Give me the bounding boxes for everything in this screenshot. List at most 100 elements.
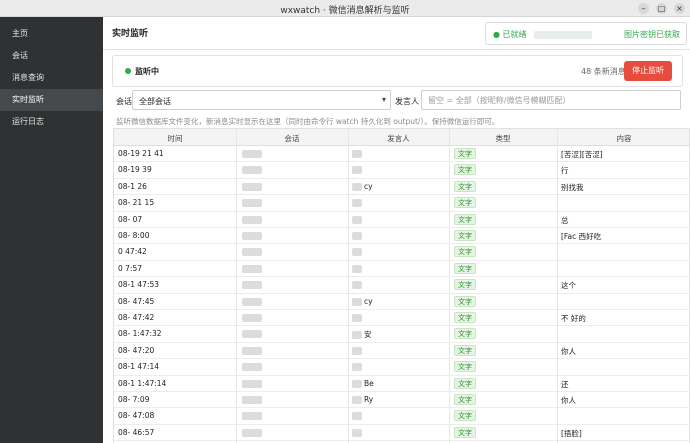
- cell-session: [242, 165, 342, 175]
- table-row[interactable]: 08- 8:00 文字 [Fac 西好吃: [114, 228, 689, 245]
- session-select[interactable]: 全部会话 ▾: [132, 90, 391, 110]
- table-row[interactable]: 0 47:42 文字: [114, 244, 689, 261]
- cell-sender: [352, 411, 447, 421]
- sidebar-item-live-monitor[interactable]: 实时监听: [0, 89, 103, 111]
- sidebar-item-run-log[interactable]: 运行日志: [0, 111, 103, 133]
- redacted-session: [242, 281, 262, 290]
- cell-session: [242, 182, 342, 191]
- cell-sender: [352, 362, 447, 372]
- avatar: [352, 264, 362, 273]
- cell-content: [捂脸]: [561, 428, 582, 438]
- page-title: 实时监听: [112, 29, 149, 39]
- avatar: [352, 182, 362, 191]
- redacted-session: [242, 150, 262, 158]
- table-row[interactable]: 08-19 21 41 文字 [苦涩][苦涩]: [114, 146, 689, 163]
- close-icon[interactable]: ×: [674, 3, 685, 14]
- cell-session: [242, 297, 342, 306]
- table-row[interactable]: 08- 21 15 文字: [114, 195, 689, 212]
- maximize-icon[interactable]: □: [656, 3, 667, 14]
- avatar: [352, 215, 362, 224]
- message-type-badge: 文字: [454, 279, 476, 291]
- table-row[interactable]: 08-1 1:47:14 Be 文字 还: [114, 376, 689, 392]
- redacted-session: [242, 166, 262, 175]
- table-row[interactable]: 08- 07 文字 总: [114, 212, 689, 228]
- cell-time: 08-19 39: [118, 165, 152, 175]
- monitor-status-label: 监听中: [135, 67, 159, 76]
- avatar: [352, 199, 362, 208]
- table-row[interactable]: 08- 46:57 文字 [捂脸]: [114, 425, 689, 442]
- sidebar: 主页 会话 消息查询 实时监听 运行日志: [0, 17, 103, 443]
- sidebar-item-message-query[interactable]: 消息查询: [0, 67, 103, 89]
- avatar: [352, 232, 362, 240]
- column-type[interactable]: 类型: [449, 133, 557, 144]
- message-type-badge: 文字: [454, 295, 476, 307]
- table-row[interactable]: 08- 47:20 文字 你人: [114, 343, 689, 360]
- stop-monitor-button[interactable]: 停止监听: [624, 61, 672, 81]
- main-panel: 实时监听 ● 已就绪 图片密钥已获取 监听中 48 条新消息 停止监听 会话 全…: [103, 17, 690, 443]
- avatar: [352, 297, 362, 306]
- cell-sender: [352, 165, 447, 175]
- column-sender[interactable]: 发言人: [348, 133, 449, 144]
- table-row[interactable]: 08-1 26 cy 文字 别找我: [114, 179, 689, 196]
- redacted-session: [242, 199, 262, 208]
- sender-search-input[interactable]: [421, 90, 681, 110]
- cell-sender: [352, 428, 447, 437]
- message-type-badge: 文字: [454, 262, 476, 274]
- avatar: [352, 166, 362, 175]
- message-type-badge: 文字: [454, 312, 476, 323]
- cell-sender: [352, 231, 447, 240]
- redacted-session: [242, 314, 262, 322]
- table-row[interactable]: 08- 47:42 文字 不 好的: [114, 310, 689, 327]
- cell-session: [242, 411, 342, 421]
- message-type-badge: 文字: [454, 213, 476, 225]
- redacted-session: [242, 297, 262, 306]
- cell-sender: [352, 264, 447, 273]
- sidebar-item-home[interactable]: 主页: [0, 23, 103, 45]
- cell-session: [242, 280, 342, 290]
- avatar: [352, 150, 362, 158]
- cell-sender: cy: [352, 297, 447, 306]
- avatar: [352, 363, 362, 372]
- table-row[interactable]: 08- 47:08 文字: [114, 408, 689, 425]
- message-type-badge: 文字: [454, 361, 476, 373]
- cell-session: [242, 428, 342, 437]
- column-session[interactable]: 会话: [236, 133, 348, 144]
- redacted-session: [242, 248, 262, 257]
- cell-session: [242, 247, 342, 257]
- cell-session: [242, 215, 342, 224]
- avatar: [352, 248, 362, 257]
- table-row[interactable]: 08- 47:45 cy 文字: [114, 294, 689, 310]
- table-row[interactable]: 08- 7:09 Ry 文字 你人: [114, 392, 689, 409]
- cell-sender: Ry: [352, 395, 447, 404]
- cell-sender: Be: [352, 379, 447, 388]
- cell-content: 你人: [561, 396, 576, 405]
- minimize-icon[interactable]: –: [638, 3, 649, 14]
- message-type-badge: 文字: [454, 344, 476, 356]
- status-ready: ● 已就绪: [493, 30, 527, 39]
- table-row[interactable]: 08- 1:47:32 安 文字: [114, 326, 689, 343]
- cell-time: 08- 8:00: [118, 231, 150, 240]
- table-row[interactable]: 0 7:57 文字: [114, 261, 689, 278]
- redacted-session: [242, 264, 262, 273]
- avatar: [352, 314, 362, 322]
- cell-session: [242, 379, 342, 388]
- cell-session: [242, 313, 342, 322]
- redacted-session: [242, 182, 262, 191]
- cell-sender: [352, 346, 447, 355]
- cell-content: 别找我: [561, 182, 584, 192]
- title-bar: wxwatch · 微信消息解析与监听 – □ ×: [0, 0, 690, 17]
- cell-content: 你人: [561, 346, 576, 356]
- column-content[interactable]: 内容: [557, 133, 689, 144]
- cell-time: 08- 47:20: [118, 345, 155, 355]
- column-time[interactable]: 时间: [114, 133, 236, 144]
- cell-content: 总: [561, 215, 569, 225]
- message-type-badge: 文字: [454, 197, 476, 209]
- table-row[interactable]: 08-19 39 文字 行: [114, 162, 689, 179]
- table-row[interactable]: 08-1 47:53 文字 这个: [114, 277, 689, 294]
- table-row[interactable]: 08-1 47:14 文字: [114, 359, 689, 376]
- avatar: [352, 379, 362, 388]
- cell-time: 08- 47:42: [118, 313, 155, 322]
- sidebar-item-sessions[interactable]: 会话: [0, 45, 103, 67]
- redacted-session: [242, 346, 262, 355]
- cell-session: [242, 346, 342, 355]
